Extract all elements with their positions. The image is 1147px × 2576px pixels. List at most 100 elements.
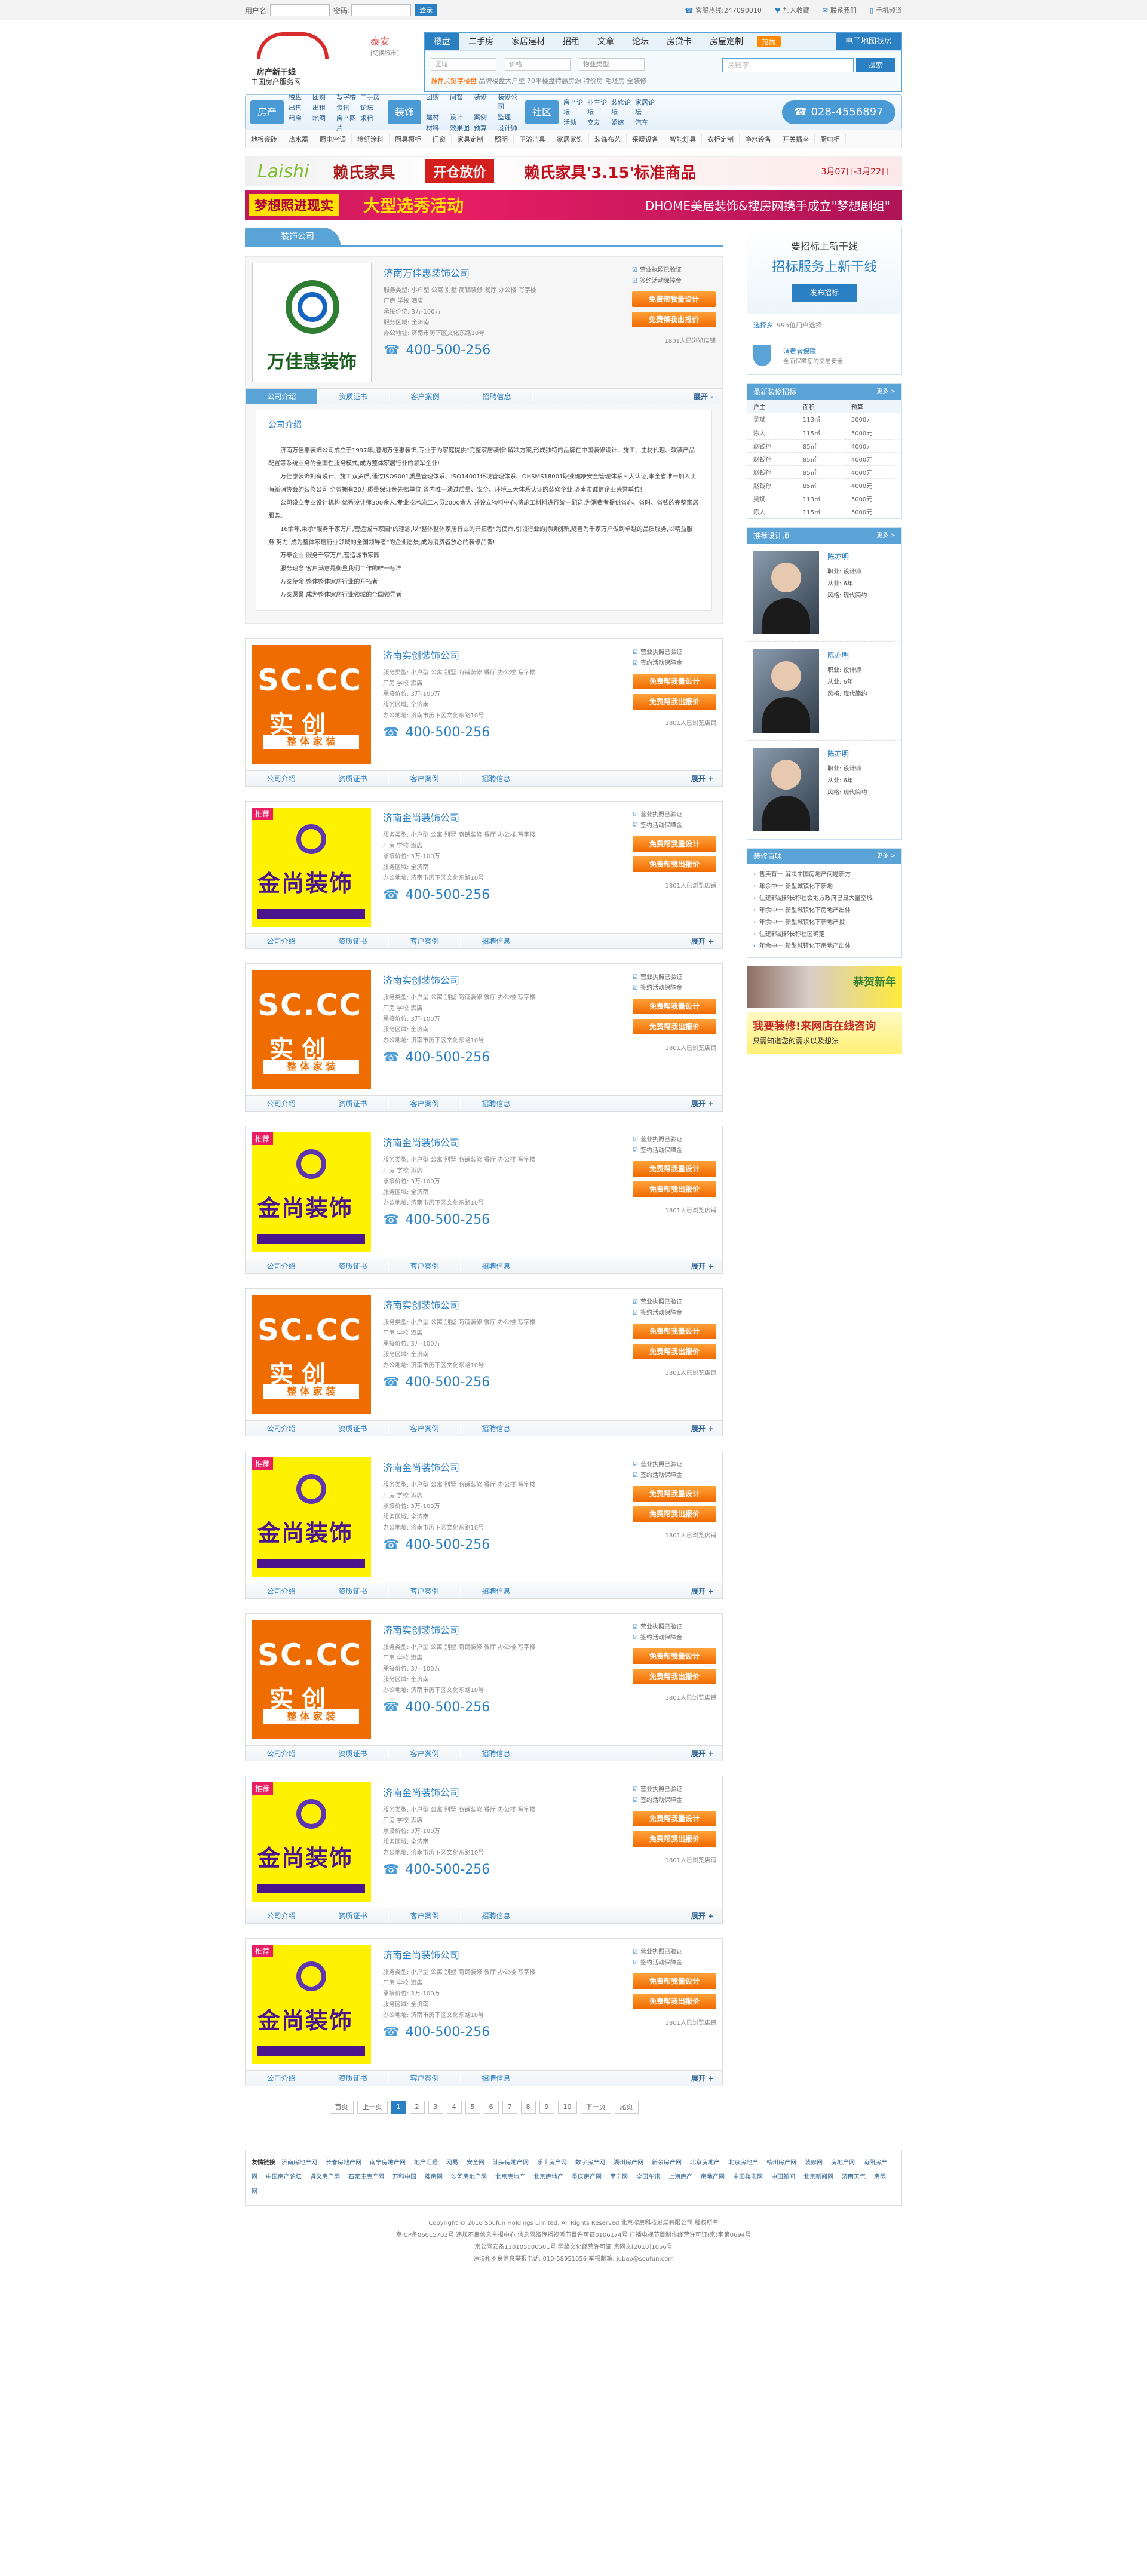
tender-row[interactable]: 吴斌 113㎡ 5000元 (747, 492, 901, 505)
friend-link[interactable]: 汕头房地产网 (493, 2160, 529, 2166)
company-tab[interactable]: 资质证书 (317, 2073, 389, 2083)
designer-name[interactable]: 陈亦明 (827, 551, 867, 563)
free-design-button[interactable]: 免费帮我量设计 (633, 1648, 716, 1664)
company-tab[interactable]: 招聘信息 (461, 773, 532, 784)
hot-badge[interactable]: 抢房 (757, 36, 781, 47)
category-link[interactable]: 问答 (450, 92, 473, 111)
tender-row[interactable]: 赵钱孙 85㎡ 4000元 (747, 478, 901, 492)
company-tab[interactable]: 招聘信息 (461, 1423, 532, 1433)
subnav-link[interactable]: 卫浴洁具 (514, 134, 551, 144)
company-logo[interactable]: SC.CC 实 创整 体 家 装 (252, 645, 371, 764)
category-link[interactable]: 预算 (474, 123, 496, 133)
category-link[interactable]: 团购 (312, 92, 335, 102)
company-name[interactable]: 济南金尚装饰公司 (383, 1947, 598, 1961)
subnav-link[interactable]: 家居家饰 (551, 134, 589, 144)
company-tab[interactable]: 公司介绍 (246, 1261, 317, 1271)
category-link[interactable]: 论坛 (360, 103, 383, 112)
more-link[interactable]: 更多 > (876, 849, 895, 864)
friend-link[interactable]: 南宁房地产网 (370, 2160, 406, 2166)
company-tab[interactable]: 招聘信息 (461, 391, 533, 401)
favorite-link[interactable]: ♥ 加入收藏 (775, 5, 809, 15)
company-tab[interactable]: 招聘信息 (461, 1748, 532, 1758)
friend-link[interactable]: 北京新闻网 (803, 2174, 833, 2181)
expand-button[interactable]: 展开 + (691, 936, 714, 946)
company-tab[interactable]: 招聘信息 (461, 1586, 532, 1596)
subnav-link[interactable]: 照明 (489, 134, 514, 144)
free-design-button[interactable]: 免费帮我量设计 (633, 1161, 716, 1177)
friend-link[interactable]: 石家庄房产网 (348, 2174, 384, 2181)
subnav-link[interactable]: 衣柜定制 (702, 134, 740, 144)
company-name[interactable]: 济南实创装饰公司 (383, 972, 598, 987)
friend-link[interactable]: 上海房产 (668, 2174, 692, 2181)
company-logo[interactable]: 万佳惠装饰 (252, 263, 372, 382)
company-tab[interactable]: 资质证书 (317, 1911, 389, 1921)
mobile-link[interactable]: ▯ 手机频道 (870, 5, 902, 15)
category-link[interactable]: 写字楼 (336, 92, 359, 102)
expand-button[interactable]: 展开 + (691, 1423, 714, 1433)
friend-link[interactable]: 房地产网 (701, 2174, 725, 2181)
company-tab[interactable]: 客户案例 (389, 1098, 461, 1109)
category-link[interactable]: 业主论坛 (587, 97, 610, 116)
tender-row[interactable]: 赵钱孙 85㎡ 4000元 (747, 452, 901, 466)
friend-link[interactable]: 赣州房产网 (766, 2160, 796, 2166)
friend-link[interactable]: 装修网 (805, 2160, 823, 2166)
expand-button[interactable]: 展开 + (691, 1261, 714, 1271)
page-link[interactable]: 上一页 (357, 2101, 388, 2114)
login-button[interactable]: 登录 (415, 4, 438, 16)
category-link[interactable]: 效果图 (450, 123, 473, 133)
expand-button[interactable]: 展开 + (691, 2073, 714, 2083)
friend-link[interactable]: 遵义房产网 (310, 2174, 340, 2181)
company-logo[interactable]: SC.CC 实 创整 体 家 装 (252, 1620, 371, 1739)
free-quote-button[interactable]: 免费帮我出报价 (633, 856, 716, 872)
category-label[interactable]: 房产 (250, 100, 284, 124)
company-tab[interactable]: 公司介绍 (246, 773, 317, 784)
search-tab[interactable]: 论坛 (623, 33, 658, 50)
category-label[interactable]: 装饰 (388, 100, 421, 124)
search-tab[interactable]: 二手房 (459, 33, 502, 50)
company-tab[interactable]: 招聘信息 (461, 2073, 532, 2083)
category-link[interactable]: 监理 (498, 112, 520, 122)
company-name[interactable]: 济南金尚装饰公司 (383, 1460, 598, 1474)
free-quote-button[interactable]: 免费帮我出报价 (633, 1994, 716, 2009)
category-link[interactable]: 设计 (450, 112, 473, 122)
page-link[interactable]: 6 (483, 2101, 499, 2114)
hotline-link[interactable]: ☎ 客服热线:247090010 (685, 5, 761, 15)
category-link[interactable]: 地图 (312, 113, 335, 133)
company-tab[interactable]: 公司介绍 (246, 2073, 317, 2083)
subnav-link[interactable]: 地板瓷砖 (246, 134, 283, 144)
designer-photo[interactable] (753, 550, 819, 634)
company-tab[interactable]: 公司介绍 (246, 1911, 317, 1921)
tender-row[interactable]: 陈大 115㎡ 5000元 (747, 505, 901, 518)
category-link[interactable]: 汽车 (635, 118, 658, 127)
friend-link[interactable]: 济南天气 (842, 2174, 866, 2181)
company-tab[interactable]: 客户案例 (389, 1423, 461, 1433)
friend-link[interactable]: 中国房产论坛 (266, 2174, 302, 2181)
company-tab[interactable]: 客户案例 (389, 1748, 461, 1758)
expand-button[interactable]: 展开 + (691, 1098, 714, 1109)
company-name[interactable]: 济南金尚装饰公司 (383, 1785, 598, 1799)
search-tab[interactable]: 招租 (554, 33, 588, 50)
news-item[interactable]: 售卖有一:解决中国房地产问题新方 (753, 869, 895, 881)
site-logo[interactable]: 房产新干线 中国房产服务网 (245, 30, 352, 86)
company-tab[interactable]: 客户案例 (390, 391, 461, 401)
company-name[interactable]: 济南金尚装饰公司 (383, 1135, 598, 1149)
company-tab[interactable]: 资质证书 (317, 1586, 389, 1596)
designer-card[interactable]: 陈亦明 职业: 设计师 从业: 6年 风格: 现代简约 (747, 544, 901, 642)
free-quote-button[interactable]: 免费帮我出报价 (632, 312, 716, 327)
tender-row[interactable]: 陈大 115㎡ 5000元 (747, 426, 901, 440)
tender-row[interactable]: 赵钱孙 85㎡ 4000元 (747, 465, 901, 479)
category-label[interactable]: 社区 (525, 100, 559, 124)
friend-link[interactable]: 济南房地产网 (281, 2160, 317, 2166)
news-item[interactable]: 住建部副部长称社区确定 (753, 929, 895, 941)
company-tab[interactable]: 客户案例 (389, 936, 461, 946)
friend-link[interactable]: 网易 (446, 2160, 458, 2166)
company-tab[interactable]: 招聘信息 (461, 1098, 532, 1109)
friend-link[interactable]: 重庆房产网 (572, 2174, 602, 2181)
company-tab[interactable]: 客户案例 (389, 1586, 461, 1596)
category-link[interactable]: 装修公司 (498, 92, 520, 111)
subnav-link[interactable]: 厨具橱柜 (390, 134, 427, 144)
subnav-link[interactable]: 装饰布艺 (589, 134, 627, 144)
more-link[interactable]: 更多 > (876, 528, 895, 544)
company-tab[interactable]: 资质证书 (317, 773, 389, 784)
free-quote-button[interactable]: 免费帮我出报价 (633, 1019, 716, 1034)
